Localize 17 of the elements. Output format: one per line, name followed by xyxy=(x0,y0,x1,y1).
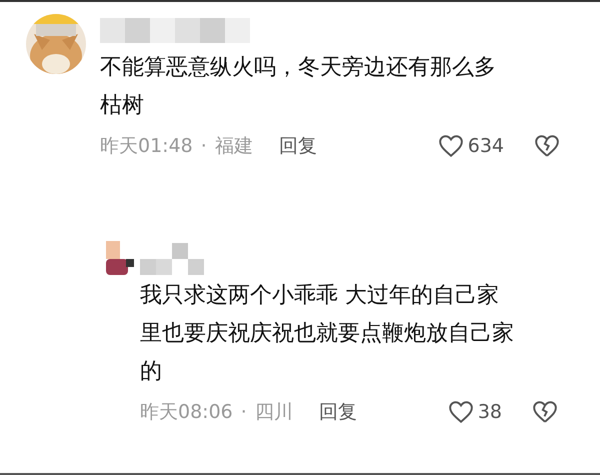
comment-time: 昨天01:48 xyxy=(100,134,193,159)
like-count: 634 xyxy=(468,135,504,157)
reply-button[interactable]: 回复 xyxy=(278,133,317,159)
like-icon[interactable] xyxy=(448,400,474,424)
reply-button[interactable]: 回复 xyxy=(318,399,357,425)
like-count: 38 xyxy=(478,401,502,423)
comment-text: 我只求这两个小乖乖 大过年的自己家里也要庆祝庆祝也就要点鞭炮放自己家的 xyxy=(140,282,515,386)
like-icon[interactable] xyxy=(438,134,464,158)
comment-location: 福建 xyxy=(214,134,253,159)
separator-dot: · xyxy=(240,401,247,423)
comment-time: 昨天08:06 xyxy=(140,400,233,425)
pixelated-username xyxy=(140,243,204,275)
comment-location: 四川 xyxy=(254,400,293,425)
broken-heart-icon[interactable] xyxy=(534,134,560,158)
comment-text: 不能算恶意纵火吗，冬天旁边还有那么多枯树 xyxy=(100,54,497,120)
broken-heart-icon[interactable] xyxy=(532,400,558,424)
separator-dot: · xyxy=(200,135,207,157)
